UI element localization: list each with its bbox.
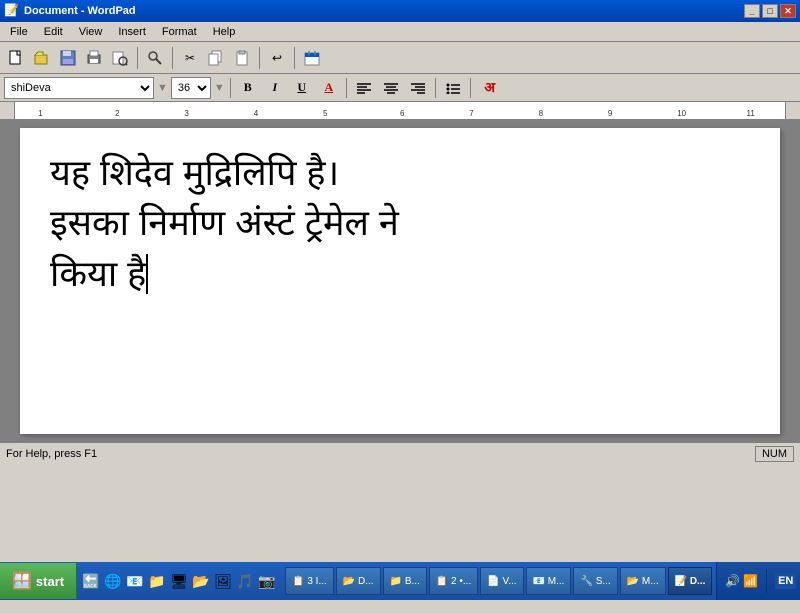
toolbar-sep-1: [137, 47, 138, 69]
align-left-button[interactable]: [352, 77, 376, 99]
taskbar-window-7[interactable]: 🔧 S...: [573, 567, 617, 595]
menu-insert[interactable]: Insert: [110, 24, 154, 40]
quick-icon-2[interactable]: 🌐: [103, 571, 123, 591]
quick-icon-6[interactable]: 📂: [191, 571, 211, 591]
taskbar-window-active[interactable]: 📝 D...: [668, 567, 713, 595]
quick-launch: 🔙 🌐 📧 📁 🖥 📂 🖼 🎵 📷: [77, 571, 281, 591]
status-bar: For Help, press F1 NUM: [0, 442, 800, 464]
taskbar-window-3[interactable]: 📁 B...: [383, 567, 427, 595]
print-preview-button[interactable]: [108, 46, 132, 70]
document-content[interactable]: यह शिदेव मुद्रिलिपि है। इसका निर्माण अंस…: [50, 148, 750, 299]
date-button[interactable]: [300, 46, 324, 70]
cut-button[interactable]: ✂: [178, 46, 202, 70]
text-line-1: यह शिदेव मुद्रिलिपि है।: [50, 148, 750, 198]
app-icon: 📝: [4, 3, 20, 19]
quick-icon-4[interactable]: 📁: [147, 571, 167, 591]
font-size-select[interactable]: 36: [171, 77, 211, 99]
window-controls: _ □ ✕: [744, 4, 796, 18]
save-button[interactable]: [56, 46, 80, 70]
menu-edit[interactable]: Edit: [36, 24, 71, 40]
quick-icon-5[interactable]: 🖥: [169, 571, 189, 591]
italic-button[interactable]: I: [263, 77, 287, 99]
taskbar-items: 📋 3 I... 📂 D... 📁 B... 📋 2 •... 📄 V... 📧…: [281, 565, 716, 597]
format-sep-2: [346, 78, 347, 98]
taskbar-window-4[interactable]: 📋 2 •...: [429, 567, 478, 595]
help-text: For Help, press F1: [6, 448, 97, 460]
font-select[interactable]: shiDeva: [4, 77, 154, 99]
taskbar-window-8[interactable]: 📂 M...: [620, 567, 666, 595]
quick-icon-1[interactable]: 🔙: [81, 571, 101, 591]
copy-button[interactable]: [204, 46, 228, 70]
underline-button[interactable]: U: [290, 77, 314, 99]
taskbar-window-1[interactable]: 📋 3 I...: [285, 567, 334, 595]
quick-icon-8[interactable]: 🎵: [235, 571, 255, 591]
bold-button[interactable]: B: [236, 77, 260, 99]
find-button[interactable]: [143, 46, 167, 70]
text-line-3: किया है: [50, 249, 750, 299]
open-button[interactable]: [30, 46, 54, 70]
quick-icon-3[interactable]: 📧: [125, 571, 145, 591]
window-title: Document - WordPad: [24, 5, 136, 17]
toolbar-sep-4: [294, 47, 295, 69]
text-line-2: इसका निर्माण अंस्टं ट्रेमेल ने: [50, 198, 750, 248]
toolbar-sep-3: [259, 47, 260, 69]
print-button[interactable]: [82, 46, 106, 70]
taskbar-window-5[interactable]: 📄 V...: [480, 567, 523, 595]
size-dropdown-icon: ▼: [214, 82, 225, 94]
minimize-button[interactable]: _: [744, 4, 760, 18]
tray-icons: 🔊 📶: [725, 574, 758, 588]
document-page[interactable]: यह शिदेव मुद्रिलिपि है। इसका निर्माण अंस…: [20, 128, 780, 434]
format-sep-3: [435, 78, 436, 98]
taskbar: 🪟 start 🔙 🌐 📧 📁 🖥 📂 🖼 🎵 📷 📋 3 I... 📂 D..…: [0, 562, 800, 600]
close-button[interactable]: ✕: [780, 4, 796, 18]
document-area[interactable]: यह शिदेव मुद्रिलिपि है। इसका निर्माण अंस…: [0, 120, 800, 442]
title-bar: 📝 Document - WordPad _ □ ✕: [0, 0, 800, 22]
format-sep-1: [230, 78, 231, 98]
special-button[interactable]: अ: [476, 77, 504, 99]
quick-icon-9[interactable]: 📷: [257, 571, 277, 591]
taskbar-window-2[interactable]: 📂 D...: [336, 567, 381, 595]
undo-button[interactable]: ↩: [265, 46, 289, 70]
windows-logo: 🪟: [12, 571, 32, 591]
list-button[interactable]: [441, 77, 465, 99]
new-button[interactable]: [4, 46, 28, 70]
align-right-button[interactable]: [406, 77, 430, 99]
menu-view[interactable]: View: [71, 24, 111, 40]
format-sep-4: [470, 78, 471, 98]
tray-icon-1: 🔊: [725, 574, 740, 588]
menu-bar: File Edit View Insert Format Help: [0, 22, 800, 42]
format-bar: shiDeva ▼ 36 ▼ B I U A अ: [0, 74, 800, 102]
color-button[interactable]: A: [317, 77, 341, 99]
menu-help[interactable]: Help: [205, 24, 244, 40]
num-indicator: NUM: [755, 446, 794, 462]
quick-icon-7[interactable]: 🖼: [213, 571, 233, 591]
tray-icon-2: 📶: [743, 574, 758, 588]
start-button[interactable]: 🪟 start: [0, 563, 77, 599]
tray-separator: [766, 569, 767, 593]
align-center-button[interactable]: [379, 77, 403, 99]
menu-file[interactable]: File: [2, 24, 36, 40]
paste-button[interactable]: [230, 46, 254, 70]
language-indicator[interactable]: EN: [775, 573, 796, 589]
text-cursor: [146, 254, 148, 294]
system-tray: 🔊 📶 EN 1:24 PM Monday 10-Mar-03: [716, 562, 800, 600]
toolbar: ✂ ↩: [0, 42, 800, 74]
ruler: 1 2 3 4 5 6 7 8 9 10 11: [0, 102, 800, 120]
menu-format[interactable]: Format: [154, 24, 205, 40]
taskbar-window-6[interactable]: 📧 M...: [526, 567, 572, 595]
font-dropdown-icon: ▼: [157, 82, 168, 94]
maximize-button[interactable]: □: [762, 4, 778, 18]
toolbar-sep-2: [172, 47, 173, 69]
